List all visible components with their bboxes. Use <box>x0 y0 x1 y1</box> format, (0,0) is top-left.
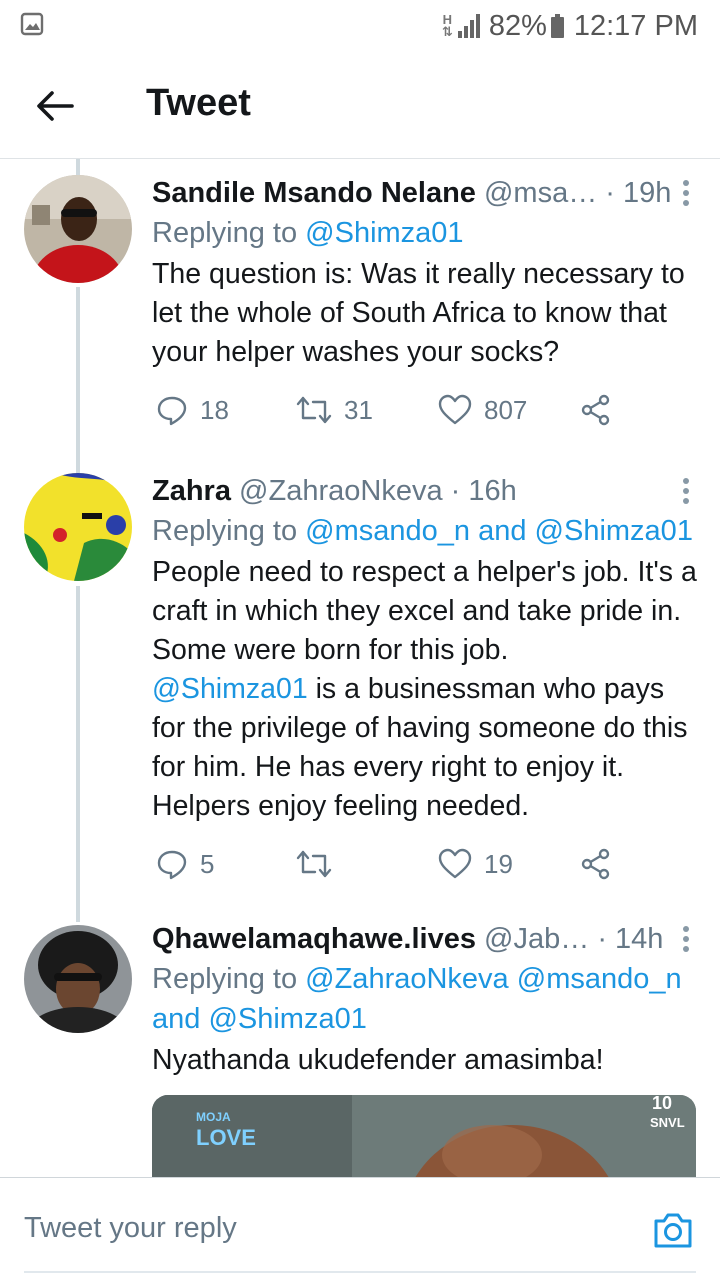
like-button[interactable]: 807 <box>438 390 527 430</box>
like-count: 19 <box>484 848 513 879</box>
more-options-icon[interactable] <box>674 177 698 209</box>
mention-link[interactable]: @Shimza01 <box>535 515 693 547</box>
thread-connector-line <box>76 586 80 922</box>
mention-link[interactable]: @msando_n <box>305 515 470 547</box>
avatar[interactable] <box>24 473 132 581</box>
reply-count: 18 <box>200 394 229 425</box>
tweet-header: Sandile Msando Nelane @msa… · 19h <box>152 173 698 213</box>
timestamp: 14h <box>615 923 664 955</box>
signal-icon <box>457 14 480 38</box>
share-button[interactable] <box>580 844 612 884</box>
avatar[interactable] <box>24 925 132 1033</box>
timestamp: 19h <box>623 177 672 209</box>
display-name[interactable]: Sandile Msando Nelane <box>152 177 476 209</box>
thread-connector-line <box>76 159 80 175</box>
share-icon <box>581 848 610 880</box>
reply-icon <box>157 850 187 880</box>
replying-to: Replying to @ZahraoNkeva @msando_n and @… <box>152 963 682 1035</box>
retweet-button[interactable] <box>296 844 344 884</box>
separator-dot: · <box>450 475 461 507</box>
heart-icon <box>438 848 472 879</box>
reply-input[interactable]: Tweet your reply <box>24 1212 237 1245</box>
media-watermark-top: MOJA <box>196 1110 231 1124</box>
network-type-indicator: H ⇅ <box>441 12 453 39</box>
status-bar: H ⇅ 82% 12:17 PM <box>0 0 720 52</box>
mention-link[interactable]: @Shimza01 <box>305 217 463 249</box>
username[interactable]: @msa… <box>484 177 597 209</box>
timestamp: 16h <box>468 475 517 507</box>
battery-icon <box>550 14 564 38</box>
mention-link[interactable]: @msando_n <box>517 963 682 995</box>
like-button[interactable]: 19 <box>438 844 513 884</box>
more-options-icon[interactable] <box>674 923 698 955</box>
mention-link[interactable]: @Shimza01 <box>152 673 308 705</box>
heart-icon <box>438 394 472 425</box>
share-icon <box>581 394 610 426</box>
replying-to: Replying to @Shimza01 <box>152 217 464 249</box>
replying-to: Replying to @msando_n and @Shimza01 <box>152 515 693 547</box>
tweet-header: Zahra @ZahraoNkeva · 16h <box>152 471 698 511</box>
media-badge-top: 10 <box>652 1095 672 1113</box>
avatar[interactable] <box>24 175 132 283</box>
reply-composer: Tweet your reply <box>0 1177 720 1281</box>
like-count: 807 <box>484 394 528 425</box>
media-watermark-bottom: LOVE <box>196 1125 256 1150</box>
separator-dot: · <box>605 177 615 209</box>
bottom-divider <box>24 1271 696 1273</box>
page-title: Tweet <box>146 82 251 124</box>
arrow-left-icon[interactable] <box>34 88 74 124</box>
media-badge-bottom: SNVL <box>650 1115 685 1130</box>
share-button[interactable] <box>580 390 612 430</box>
battery-percent: 82% <box>488 9 547 42</box>
display-name[interactable]: Qhawelamaqhawe.lives <box>152 923 476 955</box>
tweet-text: People need to respect a helper's job. I… <box>152 556 697 822</box>
app-bar: Tweet <box>0 52 720 159</box>
username[interactable]: @Jab… <box>484 923 589 955</box>
thread-connector-line <box>76 287 80 473</box>
gallery-notification-icon <box>20 12 44 36</box>
more-options-icon[interactable] <box>674 475 698 507</box>
tweet-actions: 5 19 <box>152 844 698 884</box>
mention-link[interactable]: @Shimza01 <box>208 1003 366 1035</box>
tweet-text: Nyathanda ukudefender amasimba! <box>152 1044 604 1076</box>
reply-thread[interactable]: Sandile Msando Nelane @msa… · 19h Replyi… <box>0 159 720 1177</box>
tweet-text: The question is: Was it really necessary… <box>152 258 685 368</box>
retweet-icon <box>296 850 332 878</box>
tweet-actions: 18 31 807 <box>152 390 698 430</box>
retweet-button[interactable]: 31 <box>296 390 373 430</box>
clock: 12:17 PM <box>573 9 698 42</box>
separator-dot: · <box>597 923 607 955</box>
reply-icon <box>157 396 187 426</box>
mention-link[interactable]: @ZahraoNkeva <box>305 963 509 995</box>
tweet-media-image[interactable]: MOJA LOVE 10 SNVL <box>152 1095 696 1177</box>
username[interactable]: @ZahraoNkeva <box>239 475 443 507</box>
reply-button[interactable]: 5 <box>156 844 214 884</box>
retweet-icon <box>296 396 332 424</box>
reply-count: 5 <box>200 848 215 879</box>
tweet-header: Qhawelamaqhawe.lives @Jab… · 14h <box>152 919 698 959</box>
reply-button[interactable]: 18 <box>156 390 229 430</box>
display-name[interactable]: Zahra <box>152 475 231 507</box>
retweet-count: 31 <box>344 394 373 425</box>
camera-icon[interactable] <box>652 1210 694 1250</box>
